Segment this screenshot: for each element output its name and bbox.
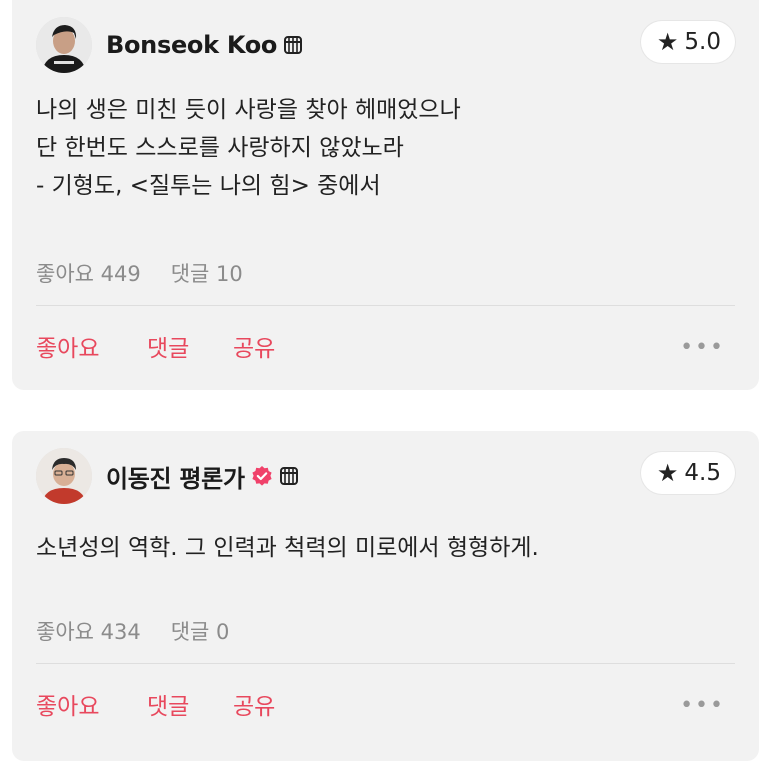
rating-value: 4.5 bbox=[684, 460, 721, 486]
like-count: 좋아요 434 bbox=[36, 620, 141, 644]
review-line: 소년성의 역학. 그 인력과 척력의 미로에서 형형하게. bbox=[36, 535, 539, 561]
review-line: - 기형도, <질투는 나의 힘> 중에서 bbox=[36, 173, 381, 199]
review-card: 이동진 평론가 ★ 4.5 소년성의 역학. 그 인력과 척력의 미로에서 형형… bbox=[12, 431, 759, 761]
like-button[interactable]: 좋아요 bbox=[36, 329, 99, 363]
share-button[interactable]: 공유 bbox=[233, 329, 275, 363]
divider bbox=[36, 663, 735, 664]
comment-button[interactable]: 댓글 bbox=[147, 329, 189, 363]
film-badge-icon bbox=[283, 34, 305, 56]
review-text[interactable]: 나의 생은 미친 듯이 사랑을 찾아 헤매었으나 단 한번도 스스로를 사랑하지… bbox=[36, 91, 735, 205]
review-text[interactable]: 소년성의 역학. 그 인력과 척력의 미로에서 형형하게. bbox=[36, 529, 735, 567]
avatar[interactable] bbox=[36, 448, 92, 504]
review-actions: 좋아요 댓글 공유 ••• bbox=[36, 329, 735, 369]
review-header: Bonseok Koo ★ 5.0 bbox=[36, 17, 735, 77]
like-count: 좋아요 449 bbox=[36, 262, 141, 286]
comment-count: 댓글 0 bbox=[170, 620, 230, 644]
star-icon: ★ bbox=[656, 459, 679, 487]
rating-badge: ★ 4.5 bbox=[640, 452, 735, 494]
divider bbox=[36, 305, 735, 306]
review-stats: 좋아요 449 댓글 10 bbox=[36, 258, 243, 288]
star-icon: ★ bbox=[656, 28, 679, 56]
review-header: 이동진 평론가 ★ 4.5 bbox=[36, 448, 735, 508]
review-line: 단 한번도 스스로를 사랑하지 않았노라 bbox=[36, 135, 404, 161]
review-stats: 좋아요 434 댓글 0 bbox=[36, 616, 229, 646]
more-icon[interactable]: ••• bbox=[680, 693, 725, 718]
share-button[interactable]: 공유 bbox=[233, 687, 275, 721]
avatar[interactable] bbox=[36, 17, 92, 73]
comment-count: 댓글 10 bbox=[170, 262, 243, 286]
verified-check-icon bbox=[251, 465, 273, 487]
author-name[interactable]: Bonseok Koo bbox=[106, 31, 277, 59]
rating-value: 5.0 bbox=[684, 29, 721, 55]
comment-button[interactable]: 댓글 bbox=[147, 687, 189, 721]
review-card: Bonseok Koo ★ 5.0 나의 생은 미친 듯이 사랑을 찾아 헤매었… bbox=[12, 0, 759, 390]
more-icon[interactable]: ••• bbox=[680, 335, 725, 360]
like-button[interactable]: 좋아요 bbox=[36, 687, 99, 721]
film-badge-icon bbox=[279, 465, 301, 487]
author-name[interactable]: 이동진 평론가 bbox=[106, 459, 245, 494]
review-actions: 좋아요 댓글 공유 ••• bbox=[36, 687, 735, 727]
rating-badge: ★ 5.0 bbox=[640, 21, 735, 63]
review-line: 나의 생은 미친 듯이 사랑을 찾아 헤매었으나 bbox=[36, 97, 461, 123]
